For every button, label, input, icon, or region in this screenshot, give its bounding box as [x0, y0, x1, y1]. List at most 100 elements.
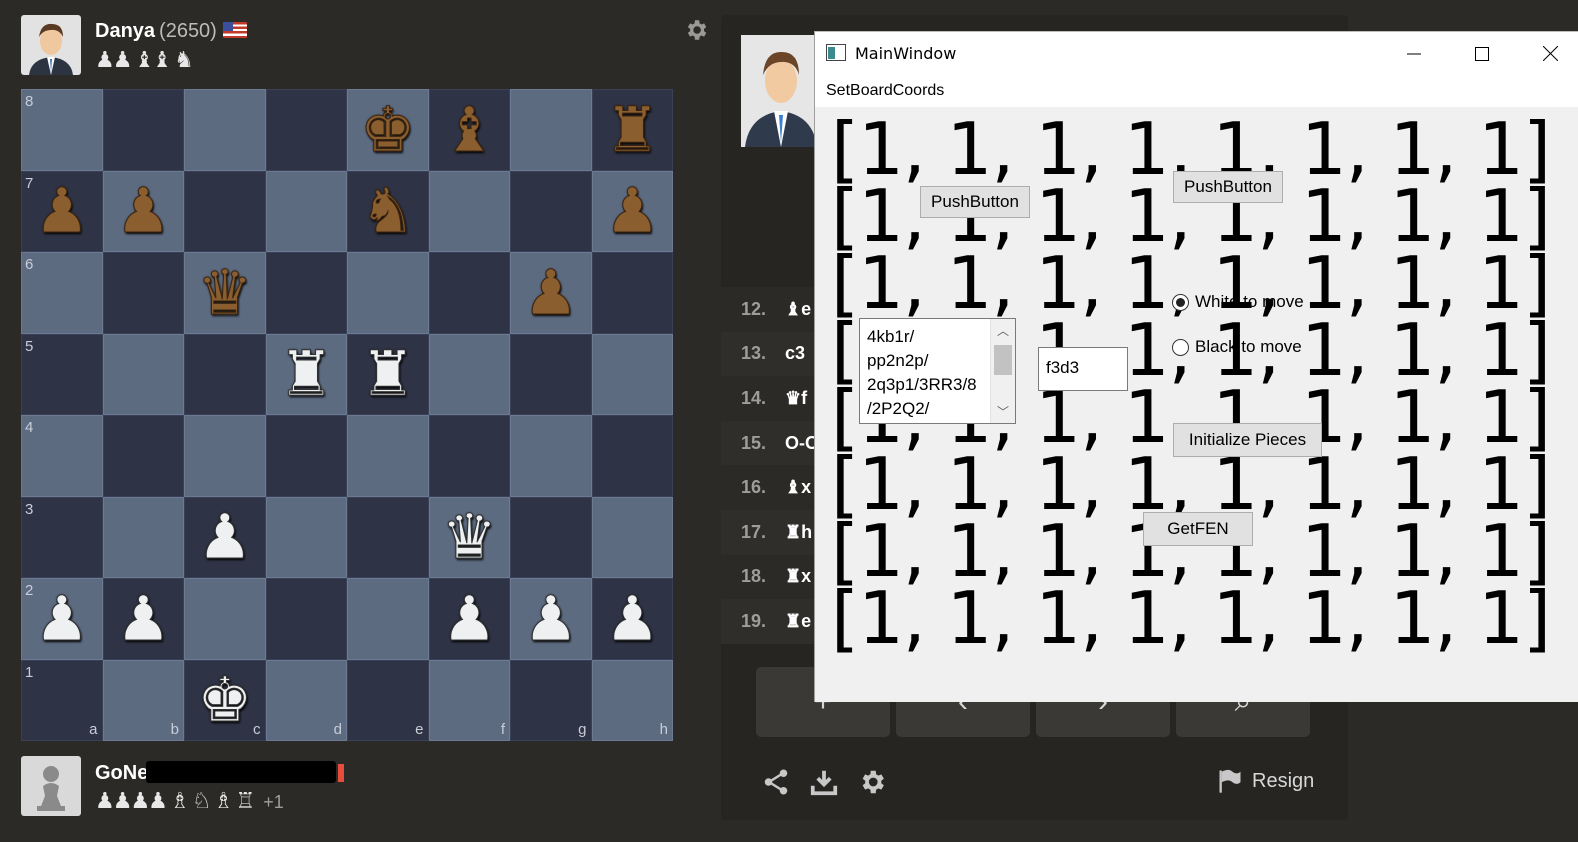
fen-scrollbar[interactable]: ︿ ﹀: [990, 319, 1015, 423]
square-f8[interactable]: ♝: [428, 89, 510, 171]
white-pawn-icon[interactable]: ♟: [604, 587, 661, 650]
white-rook-icon[interactable]: ♜: [359, 342, 416, 405]
maximize-button[interactable]: [1459, 32, 1505, 75]
move-white[interactable]: ♜h: [785, 522, 812, 543]
square-e4[interactable]: [347, 415, 429, 497]
square-b2[interactable]: ♟: [102, 578, 184, 660]
square-f2[interactable]: ♟: [428, 578, 510, 660]
square-b6[interactable]: [102, 252, 184, 334]
square-g4[interactable]: [510, 415, 592, 497]
square-e2[interactable]: [347, 578, 429, 660]
square-e3[interactable]: [347, 496, 429, 578]
square-b5[interactable]: [102, 333, 184, 415]
square-h5[interactable]: [591, 333, 673, 415]
square-g1[interactable]: g: [510, 659, 592, 741]
square-f1[interactable]: f: [428, 659, 510, 741]
square-d3[interactable]: [265, 496, 347, 578]
square-c5[interactable]: [184, 333, 266, 415]
square-c4[interactable]: [184, 415, 266, 497]
square-e6[interactable]: [347, 252, 429, 334]
square-h6[interactable]: [591, 252, 673, 334]
square-b3[interactable]: [102, 496, 184, 578]
square-c2[interactable]: [184, 578, 266, 660]
move-white[interactable]: ♜x: [785, 566, 811, 587]
square-g5[interactable]: [510, 333, 592, 415]
fen-text[interactable]: 4kb1r/ pp2n2p/ 2q3p1/3RR3/8 /2P2Q2/: [867, 325, 992, 421]
download-icon[interactable]: [809, 767, 839, 797]
square-d1[interactable]: d: [265, 659, 347, 741]
square-b7[interactable]: ♟: [102, 170, 184, 252]
square-a1[interactable]: 1a: [21, 659, 103, 741]
top-player-avatar[interactable]: [21, 15, 81, 75]
black-bishop-icon[interactable]: ♝: [441, 98, 498, 161]
white-pawn-icon[interactable]: ♟: [522, 587, 579, 650]
square-d2[interactable]: [265, 578, 347, 660]
black-pawn-icon[interactable]: ♟: [522, 261, 579, 324]
minimize-button[interactable]: [1391, 32, 1437, 75]
square-f5[interactable]: [428, 333, 510, 415]
scrollbar-thumb[interactable]: [994, 345, 1012, 375]
bottom-player-avatar[interactable]: [21, 756, 81, 816]
white-to-move-radio[interactable]: White to move: [1172, 292, 1304, 312]
board-settings-gear-icon[interactable]: [683, 17, 709, 43]
square-a6[interactable]: 6: [21, 252, 103, 334]
white-rook-icon[interactable]: ♜: [278, 342, 335, 405]
square-h2[interactable]: ♟: [591, 578, 673, 660]
black-pawn-icon[interactable]: ♟: [604, 179, 661, 242]
square-h4[interactable]: [591, 415, 673, 497]
square-b8[interactable]: [102, 89, 184, 171]
white-pawn-icon[interactable]: ♟: [196, 505, 253, 568]
square-h8[interactable]: ♜: [591, 89, 673, 171]
square-c7[interactable]: [184, 170, 266, 252]
square-f6[interactable]: [428, 252, 510, 334]
square-a2[interactable]: 2 ♟: [21, 578, 103, 660]
square-h7[interactable]: ♟: [591, 170, 673, 252]
square-c6[interactable]: ♛: [184, 252, 266, 334]
white-pawn-icon[interactable]: ♟: [441, 587, 498, 650]
black-radio-indicator[interactable]: [1172, 338, 1189, 356]
square-b4[interactable]: [102, 415, 184, 497]
square-a8[interactable]: 8: [21, 89, 103, 171]
window-titlebar[interactable]: MainWindow: [815, 32, 1578, 75]
move-input[interactable]: f3d3: [1038, 347, 1128, 391]
square-e7[interactable]: ♞: [347, 170, 429, 252]
square-b1[interactable]: b: [102, 659, 184, 741]
menu-setboardcoords[interactable]: SetBoardCoords: [826, 82, 944, 100]
square-g2[interactable]: ♟: [510, 578, 592, 660]
square-h1[interactable]: h: [591, 659, 673, 741]
square-a5[interactable]: 5: [21, 333, 103, 415]
black-pawn-icon[interactable]: ♟: [33, 179, 90, 242]
square-h3[interactable]: [591, 496, 673, 578]
square-g3[interactable]: [510, 496, 592, 578]
square-d6[interactable]: [265, 252, 347, 334]
black-king-icon[interactable]: ♚: [359, 98, 416, 161]
square-f7[interactable]: [428, 170, 510, 252]
move-white[interactable]: ♝e: [785, 299, 811, 320]
scroll-up-icon[interactable]: ︿: [991, 322, 1015, 339]
square-a7[interactable]: 7 ♟: [21, 170, 103, 252]
square-c1[interactable]: c ♚: [184, 659, 266, 741]
black-queen-icon[interactable]: ♛: [196, 261, 253, 324]
square-e1[interactable]: e: [347, 659, 429, 741]
square-g8[interactable]: [510, 89, 592, 171]
square-g7[interactable]: [510, 170, 592, 252]
black-knight-icon[interactable]: ♞: [359, 179, 416, 242]
share-icon[interactable]: [761, 767, 791, 797]
move-white[interactable]: c3: [785, 343, 805, 364]
square-f3[interactable]: ♛: [428, 496, 510, 578]
push-button-1[interactable]: PushButton: [920, 186, 1030, 218]
black-pawn-icon[interactable]: ♟: [115, 179, 172, 242]
square-e5[interactable]: ♜: [347, 333, 429, 415]
resign-button[interactable]: Resign: [1216, 767, 1314, 795]
push-button-2[interactable]: PushButton: [1173, 171, 1283, 203]
white-queen-icon[interactable]: ♛: [441, 505, 498, 568]
bottom-player-name[interactable]: GoNe: [95, 762, 148, 784]
square-e8[interactable]: ♚: [347, 89, 429, 171]
white-pawn-icon[interactable]: ♟: [33, 587, 90, 650]
square-c3[interactable]: ♟: [184, 496, 266, 578]
square-c8[interactable]: [184, 89, 266, 171]
chess-board[interactable]: 8 ♚ ♝ ♜ 7 ♟ ♟ ♞ ♟ 6 ♛ ♟ 5 ♜ ♜ 4 3 ♟ ♛ 2 ♟ ♟ ♟ ♟ ♟ 1 a b c ♚ d e f g h: [21, 89, 673, 741]
square-d5[interactable]: ♜: [265, 333, 347, 415]
square-a3[interactable]: 3: [21, 496, 103, 578]
getfen-button[interactable]: GetFEN: [1143, 512, 1253, 546]
